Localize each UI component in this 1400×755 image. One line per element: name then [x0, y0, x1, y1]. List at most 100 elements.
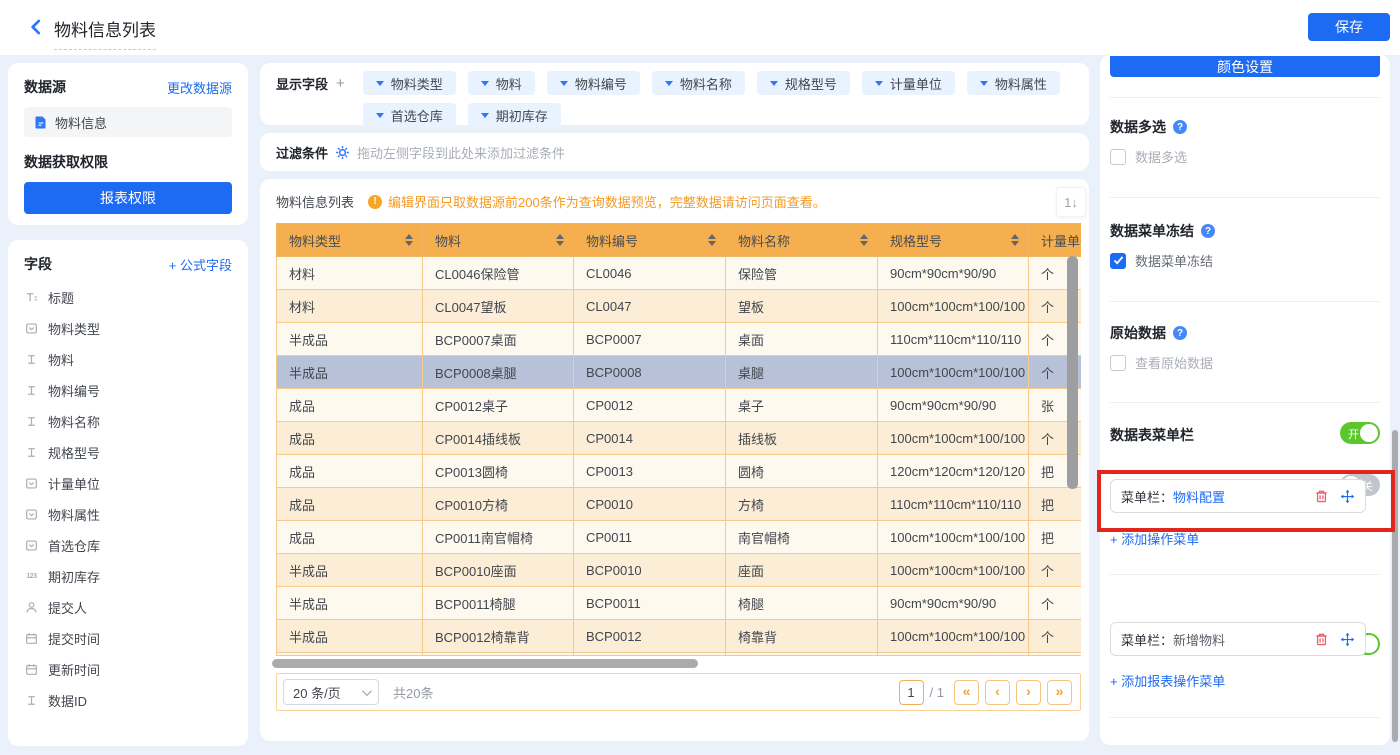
field-item[interactable]: 物料编号 — [24, 375, 232, 406]
next-page-button[interactable]: › — [1016, 680, 1041, 705]
sort-order-button[interactable]: 1↓ — [1056, 187, 1086, 217]
help-icon[interactable]: ? — [1201, 224, 1215, 238]
table-row[interactable]: 成品CP0013圆椅CP0013圆椅120cm*120cm*120/120把 — [277, 455, 1082, 488]
move-icon[interactable] — [1340, 489, 1355, 504]
field-item[interactable]: 规格型号 — [24, 437, 232, 468]
checkbox-icon[interactable] — [1110, 253, 1126, 269]
table-cell: 材料 — [277, 290, 423, 323]
field-item[interactable]: 物料 — [24, 344, 232, 375]
trash-icon[interactable] — [1314, 489, 1329, 504]
first-page-button[interactable]: « — [954, 680, 979, 705]
multi-select-checkbox-row[interactable]: 数据多选 — [1110, 147, 1380, 166]
menu-item-name[interactable]: 新增物料 — [1173, 630, 1225, 649]
menu-freeze-checkbox-row[interactable]: 数据菜单冻结 — [1110, 251, 1380, 270]
field-item[interactable]: 物料属性 — [24, 499, 232, 530]
data-menu-item[interactable]: 菜单栏： 物料配置 — [1110, 479, 1366, 513]
field-item[interactable]: 数据ID — [24, 685, 232, 716]
field-item[interactable]: 物料类型 — [24, 313, 232, 344]
text-field-icon — [24, 694, 39, 707]
divider — [1110, 402, 1380, 403]
filter-drop-hint: 拖动左侧字段到此处来添加过滤条件 — [357, 143, 565, 162]
table-row[interactable]: 半成品BCP0010座面BCP0010座面100cm*100cm*100/100… — [277, 554, 1082, 587]
column-header[interactable]: 计量单位 — [1029, 224, 1082, 257]
page-scrollbar[interactable] — [1392, 430, 1398, 742]
table-row[interactable]: 半成品BCP0007桌面BCP0007桌面110cm*110cm*110/110… — [277, 323, 1082, 356]
table-cell: 100cm*100cm*100/100 — [878, 554, 1029, 587]
trash-icon[interactable] — [1314, 632, 1329, 647]
gear-icon[interactable] — [335, 145, 350, 160]
page-size-select[interactable]: 20 条/页 — [283, 679, 379, 705]
field-chip[interactable]: 物料名称 — [652, 71, 745, 95]
field-item[interactable]: 物料名称 — [24, 406, 232, 437]
field-chip[interactable]: 期初库存 — [468, 103, 561, 127]
sort-arrows-icon[interactable] — [556, 234, 564, 246]
raw-data-checkbox-row[interactable]: 查看原始数据 — [1110, 353, 1380, 372]
checkbox-icon[interactable] — [1110, 149, 1126, 165]
table-row[interactable]: 成品CP0011南官帽椅CP0011南官帽椅100cm*100cm*100/10… — [277, 521, 1082, 554]
add-action-menu-link[interactable]: + 添加操作菜单 — [1110, 529, 1380, 548]
field-item[interactable]: 提交人 — [24, 592, 232, 623]
field-chip[interactable]: 物料编号 — [547, 71, 640, 95]
move-icon[interactable] — [1340, 632, 1355, 647]
table-row[interactable]: 成品CP0010方椅CP0010方椅110cm*110cm*110/110把 — [277, 488, 1082, 521]
last-page-button[interactable]: » — [1047, 680, 1072, 705]
table-row[interactable]: 材料CL0046保险管CL0046保险管90cm*90cm*90/90个 — [277, 257, 1082, 290]
field-chip[interactable]: 物料属性 — [967, 71, 1060, 95]
field-chip[interactable]: 规格型号 — [757, 71, 850, 95]
table-row[interactable]: 材料CL0047望板CL0047望板100cm*100cm*100/100个 — [277, 290, 1082, 323]
column-header[interactable]: 物料 — [423, 224, 574, 257]
table-cell: 90cm*90cm*90/90 — [878, 257, 1029, 290]
column-header[interactable]: 物料编号 — [574, 224, 726, 257]
table-row[interactable]: 半成品BCP0008桌腿BCP0008桌腿100cm*100cm*100/100… — [277, 356, 1082, 389]
table-row[interactable]: 半成品BCP0012椅靠背BCP0012椅靠背100cm*100cm*100/1… — [277, 620, 1082, 653]
sort-arrows-icon[interactable] — [405, 234, 413, 246]
datasource-item[interactable]: 物料信息 — [24, 107, 232, 137]
field-item[interactable]: 计量单位 — [24, 468, 232, 499]
help-icon[interactable]: ? — [1173, 326, 1187, 340]
data-menu-toggle[interactable]: 开 — [1340, 422, 1380, 444]
sort-arrows-icon[interactable] — [708, 234, 716, 246]
checkbox-icon[interactable] — [1110, 355, 1126, 371]
change-datasource-link[interactable]: 更改数据源 — [167, 78, 232, 97]
add-formula-field-link[interactable]: + 公式字段 — [169, 255, 232, 274]
report-menu-item[interactable]: 菜单栏： 新增物料 — [1110, 622, 1366, 656]
field-chip[interactable]: 物料 — [468, 71, 535, 95]
field-item[interactable]: 更新时间 — [24, 654, 232, 685]
table-row[interactable]: 半成品BCP0011椅腿BCP0011椅腿90cm*90cm*90/90个 — [277, 587, 1082, 620]
sort-arrows-icon[interactable] — [860, 234, 868, 246]
menu-item-name[interactable]: 物料配置 — [1173, 487, 1225, 506]
table-cell: 110cm*110cm*110/110 — [878, 323, 1029, 356]
table-vertical-scrollbar[interactable] — [1067, 256, 1078, 489]
table-footer: 20 条/页 共20条 1 / 1 «‹›» — [276, 673, 1081, 711]
color-settings-button[interactable]: 颜色设置 — [1110, 56, 1380, 77]
field-label: 规格型号 — [48, 443, 100, 462]
sort-arrows-icon[interactable] — [1011, 234, 1019, 246]
field-item[interactable]: 首选仓库 — [24, 530, 232, 561]
table-cell: 把 — [1029, 521, 1082, 554]
table-cell: 成品 — [277, 488, 423, 521]
back-icon[interactable] — [26, 17, 46, 37]
table-row[interactable]: 成品CP0012桌子CP0012桌子90cm*90cm*90/90张 — [277, 389, 1082, 422]
column-header[interactable]: 物料类型 — [277, 224, 423, 257]
field-item[interactable]: 123期初库存 — [24, 561, 232, 592]
field-chip[interactable]: 计量单位 — [862, 71, 955, 95]
report-permission-button[interactable]: 报表权限 — [24, 182, 232, 214]
table-row[interactable]: 成品CP0014插线板CP0014插线板100cm*100cm*100/100个 — [277, 422, 1082, 455]
table-horizontal-scrollbar[interactable] — [272, 659, 698, 668]
prev-page-button[interactable]: ‹ — [985, 680, 1010, 705]
chevron-down-icon — [362, 686, 372, 696]
add-display-field-button[interactable]: + — [336, 75, 345, 92]
column-header[interactable]: 物料名称 — [726, 224, 878, 257]
field-item[interactable]: 提交时间 — [24, 623, 232, 654]
field-item[interactable]: 标题 — [24, 282, 232, 313]
field-chip[interactable]: 物料类型 — [363, 71, 456, 95]
table-cell: 100cm*100cm*100/100 — [878, 620, 1029, 653]
table-body: 材料CL0046保险管CL0046保险管90cm*90cm*90/90个材料CL… — [277, 257, 1082, 656]
help-icon[interactable]: ? — [1173, 120, 1187, 134]
field-chip[interactable]: 首选仓库 — [363, 103, 456, 127]
add-report-action-menu-link[interactable]: + 添加报表操作菜单 — [1110, 671, 1380, 690]
current-page-input[interactable]: 1 — [899, 680, 924, 705]
chip-label: 规格型号 — [785, 74, 837, 93]
column-header[interactable]: 规格型号 — [878, 224, 1029, 257]
save-button[interactable]: 保存 — [1308, 13, 1390, 41]
